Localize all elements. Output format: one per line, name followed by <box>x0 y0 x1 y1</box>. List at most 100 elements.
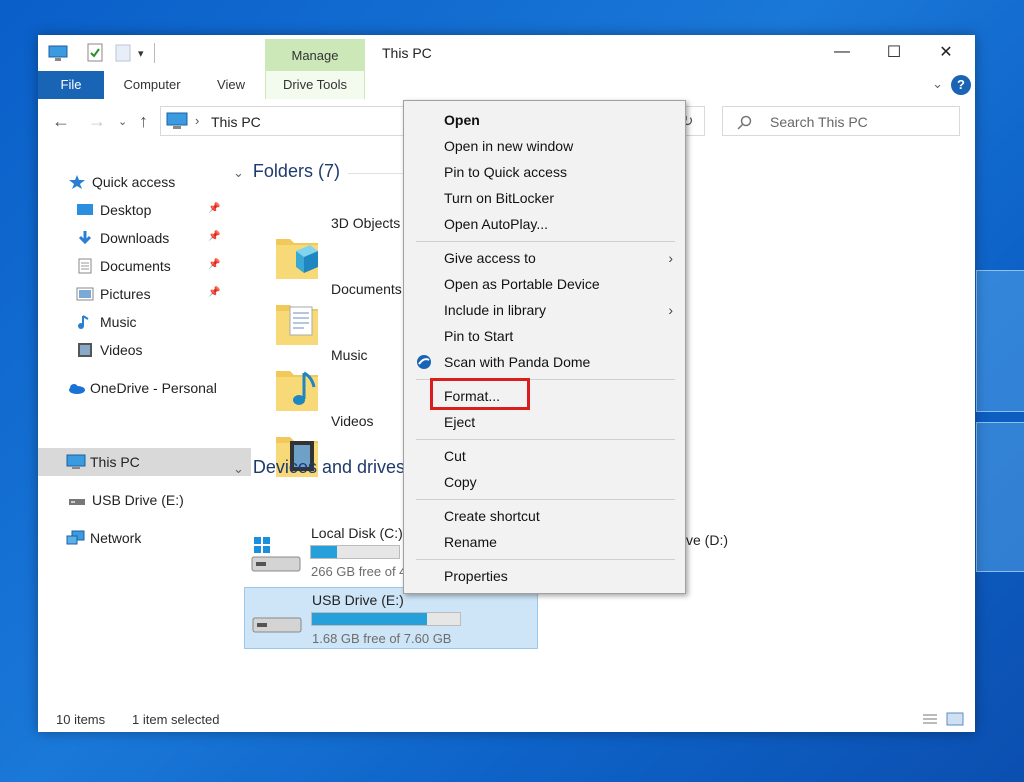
menu-item-label: Open AutoPlay... <box>444 216 549 232</box>
recent-locations-icon[interactable]: ⌄ <box>118 115 127 128</box>
menu-item-give-access[interactable]: Give access to › <box>404 246 685 270</box>
menu-item-label: Properties <box>444 568 508 584</box>
search-input[interactable]: Search This PC <box>722 106 960 136</box>
menu-item-label: Pin to Start <box>444 328 514 344</box>
pin-icon[interactable]: 📌 <box>208 287 220 298</box>
ribbon-tabs: File Computer View Drive Tools ⌄ ? <box>38 71 975 100</box>
sidebar-item-quick-access[interactable]: Quick access <box>38 168 253 196</box>
cloud-icon <box>66 380 85 396</box>
close-button[interactable]: ✕ <box>920 35 972 69</box>
menu-item-label: Open <box>444 112 480 128</box>
menu-item-label: Open as Portable Device <box>444 276 600 292</box>
menu-item-label: Turn on BitLocker <box>444 190 554 206</box>
up-arrow-icon[interactable]: ↑ <box>139 111 148 132</box>
menu-item-include-library[interactable]: Include in library › <box>404 298 685 322</box>
music-icon <box>76 314 94 330</box>
sidebar-item-onedrive[interactable]: OneDrive - Personal <box>38 374 251 402</box>
large-icons-view-icon[interactable] <box>946 712 964 726</box>
pin-icon[interactable]: 📌 <box>208 203 220 214</box>
this-pc-icon <box>166 112 188 129</box>
menu-item-open-new-window[interactable]: Open in new window <box>404 134 685 158</box>
menu-item-rename[interactable]: Rename <box>404 530 685 554</box>
folder-name: Documents <box>331 281 402 297</box>
context-tab-label: Manage <box>291 48 339 63</box>
menu-item-eject[interactable]: Eject <box>404 410 685 434</box>
title-bar: ▾ Manage This PC — ☐ ✕ <box>38 35 975 71</box>
group-divider <box>348 173 408 174</box>
document-icon <box>76 258 94 274</box>
tab-drive-tools[interactable]: Drive Tools <box>265 71 365 99</box>
qat-divider <box>154 43 155 63</box>
menu-item-create-shortcut[interactable]: Create shortcut <box>404 504 685 528</box>
drive-usage-bar <box>311 612 461 626</box>
drive-usage-bar <box>310 545 400 559</box>
sidebar-item-label: Network <box>90 530 142 546</box>
music-folder-icon <box>276 371 318 411</box>
folder-name: 3D Objects <box>331 215 401 231</box>
drive-name-d-partial[interactable]: ve (D:) <box>686 532 728 548</box>
sidebar-item-usb-drive[interactable]: USB Drive (E:) <box>38 486 253 514</box>
desktop-logo-pane <box>976 422 1024 572</box>
navigation-pane: Quick access Desktop 📌 Downloads 📌 Docum… <box>38 145 251 700</box>
new-folder-icon[interactable] <box>114 43 132 63</box>
tab-view[interactable]: View <box>204 71 258 99</box>
menu-item-label: Give access to <box>444 250 536 266</box>
customize-qat-icon[interactable]: ▾ <box>138 43 144 63</box>
drive-tile-e[interactable]: USB Drive (E:) 1.68 GB free of 7.60 GB <box>244 587 538 649</box>
menu-item-pin-start[interactable]: Pin to Start <box>404 324 685 348</box>
usb-drive-icon <box>252 617 302 633</box>
drive-usage-fill <box>312 613 428 625</box>
local-disk-icon <box>251 537 301 572</box>
search-placeholder: Search This PC <box>770 114 868 130</box>
sidebar-item-this-pc[interactable]: This PC <box>38 448 251 476</box>
context-tab-manage[interactable]: Manage <box>265 39 365 71</box>
help-icon[interactable]: ? <box>951 75 971 95</box>
chevron-right-icon: › <box>668 302 673 318</box>
documents-folder-icon <box>276 305 318 345</box>
tab-file[interactable]: File <box>38 71 104 99</box>
menu-item-properties[interactable]: Properties <box>404 564 685 588</box>
folder-name: Music <box>331 347 368 363</box>
chevron-down-icon: ⌄ <box>233 165 244 180</box>
drive-name: Local Disk (C:) <box>311 525 403 541</box>
computer-icon <box>66 454 86 470</box>
item-count: 10 items <box>56 712 106 727</box>
menu-item-portable-device[interactable]: Open as Portable Device <box>404 272 685 296</box>
menu-item-autoplay[interactable]: Open AutoPlay... <box>404 212 685 236</box>
minimize-button[interactable]: — <box>816 35 868 69</box>
context-menu: Open Open in new window Pin to Quick acc… <box>403 100 686 594</box>
pictures-icon <box>76 286 94 302</box>
menu-item-pin-quick-access[interactable]: Pin to Quick access <box>404 160 685 184</box>
group-title: Devices and drives <box>252 457 405 477</box>
menu-item-cut[interactable]: Cut <box>404 444 685 468</box>
breadcrumb[interactable]: This PC <box>211 114 261 130</box>
tab-computer[interactable]: Computer <box>114 71 190 99</box>
menu-item-bitlocker[interactable]: Turn on BitLocker <box>404 186 685 210</box>
sidebar-item-label: Documents <box>100 258 171 274</box>
devices-group-header[interactable]: ⌄ Devices and drives <box>233 457 405 478</box>
menu-separator <box>416 559 675 560</box>
maximize-button[interactable]: ☐ <box>868 35 920 69</box>
menu-item-label: Eject <box>444 414 476 430</box>
back-arrow-icon[interactable]: ← <box>52 111 70 132</box>
pin-icon[interactable]: 📌 <box>208 231 220 242</box>
computer-icon[interactable] <box>48 43 68 63</box>
menu-item-label: Cut <box>444 448 466 464</box>
sidebar-item-network[interactable]: Network <box>38 524 251 552</box>
sidebar-item-label: Music <box>100 314 137 330</box>
folders-group-header[interactable]: ⌄ Folders (7) <box>233 161 340 182</box>
details-view-icon[interactable] <box>921 712 939 726</box>
expand-ribbon-icon[interactable]: ⌄ <box>932 76 943 92</box>
usb-drive-icon <box>68 492 86 508</box>
menu-item-label: Copy <box>444 474 477 490</box>
menu-item-copy[interactable]: Copy <box>404 470 685 494</box>
menu-item-open[interactable]: Open <box>404 108 685 132</box>
selection-count: 1 item selected <box>132 712 220 727</box>
sidebar-item-label: Desktop <box>100 202 152 218</box>
forward-arrow-icon[interactable]: → <box>88 111 106 132</box>
menu-item-scan-panda[interactable]: Scan with Panda Dome <box>404 350 685 374</box>
properties-icon[interactable] <box>86 43 104 63</box>
sidebar-item-label: Pictures <box>100 286 151 302</box>
pin-icon[interactable]: 📌 <box>208 259 220 270</box>
menu-item-label: Create shortcut <box>444 508 540 524</box>
